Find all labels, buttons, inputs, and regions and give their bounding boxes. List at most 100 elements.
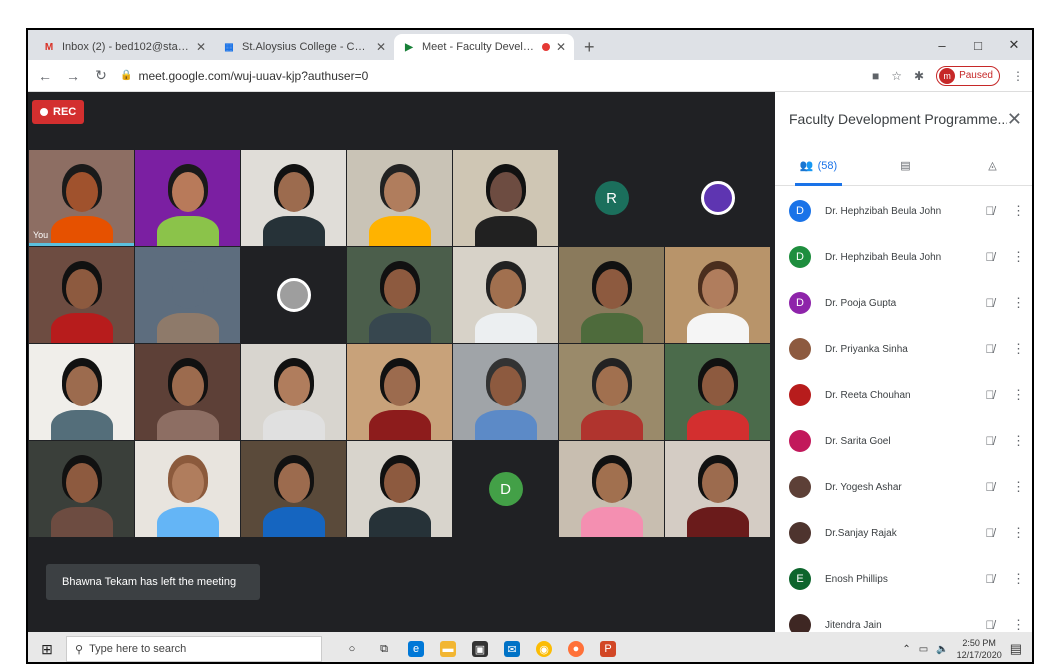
forward-icon[interactable]: → bbox=[64, 68, 82, 84]
mic-off-icon[interactable]: 🎙̸ bbox=[982, 250, 998, 264]
edge-icon[interactable]: e bbox=[408, 641, 424, 657]
participant-row[interactable]: D Dr. Hephzibah Beula John 🎙̸ ⋮ bbox=[775, 234, 1032, 280]
participant-video-tile[interactable] bbox=[453, 344, 558, 440]
store-icon[interactable]: ▣ bbox=[472, 641, 488, 657]
more-options-icon[interactable]: ⋮ bbox=[1012, 617, 1025, 632]
participant-video-tile[interactable] bbox=[241, 344, 346, 440]
close-window-button[interactable]: ✕ bbox=[996, 30, 1032, 60]
browser-tab[interactable]: M Inbox (2) - bed102@staloysiusco ✕ bbox=[34, 34, 214, 60]
chrome-icon[interactable]: ◉ bbox=[536, 641, 552, 657]
participant-video-tile[interactable] bbox=[241, 247, 346, 343]
back-icon[interactable]: ← bbox=[36, 68, 54, 84]
task-view-icon[interactable]: ⧉ bbox=[376, 641, 392, 657]
participant-row[interactable]: Dr. Reeta Chouhan 🎙̸ ⋮ bbox=[775, 372, 1032, 418]
powerpoint-icon[interactable]: P bbox=[600, 641, 616, 657]
tab-chat[interactable]: ▤ bbox=[862, 146, 949, 185]
participant-video-tile[interactable] bbox=[453, 247, 558, 343]
close-tab-icon[interactable]: ✕ bbox=[376, 40, 386, 54]
participant-row[interactable]: Dr. Yogesh Ashar 🎙̸ ⋮ bbox=[775, 464, 1032, 510]
participant-video-tile[interactable] bbox=[135, 150, 240, 246]
participant-video-tile[interactable]: R bbox=[559, 150, 664, 246]
taskbar-search[interactable]: ⚲ Type here to search bbox=[66, 636, 322, 662]
mic-off-icon[interactable]: 🎙̸ bbox=[982, 480, 998, 494]
close-icon[interactable]: ✕ bbox=[1007, 109, 1022, 130]
more-options-icon[interactable]: ⋮ bbox=[1012, 295, 1025, 311]
participant-video-tile[interactable] bbox=[347, 344, 452, 440]
participant-video-tile[interactable] bbox=[559, 441, 664, 537]
mic-off-icon[interactable]: 🎙̸ bbox=[982, 296, 998, 310]
profile-button[interactable]: m Paused bbox=[936, 65, 1000, 86]
participant-row[interactable]: D Dr. Hephzibah Beula John 🎙̸ ⋮ bbox=[775, 188, 1032, 234]
participant-video-tile[interactable] bbox=[241, 150, 346, 246]
more-options-icon[interactable]: ⋮ bbox=[1012, 249, 1025, 265]
notifications-icon[interactable]: ▤ bbox=[1010, 641, 1022, 657]
file-explorer-icon[interactable]: ▬ bbox=[440, 641, 456, 657]
participant-video-tile[interactable] bbox=[453, 150, 558, 246]
mic-off-icon[interactable]: 🎙̸ bbox=[982, 342, 998, 356]
mail-icon[interactable]: ✉ bbox=[504, 641, 520, 657]
browser-tab[interactable]: ▦ St.Aloysius College - Calendar - ✕ bbox=[214, 34, 394, 60]
participant-video-tile[interactable] bbox=[559, 344, 664, 440]
menu-icon[interactable]: ⋮ bbox=[1012, 69, 1024, 83]
participant-video-tile[interactable] bbox=[135, 441, 240, 537]
minimize-button[interactable]: – bbox=[924, 30, 960, 60]
participant-video-tile[interactable] bbox=[665, 247, 770, 343]
mic-off-icon[interactable]: 🎙̸ bbox=[982, 204, 998, 218]
reload-icon[interactable]: ↻ bbox=[92, 67, 110, 84]
participant-video-tile[interactable] bbox=[135, 247, 240, 343]
participant-video-tile[interactable] bbox=[665, 441, 770, 537]
participant-row[interactable]: Dr. Sarita Goel 🎙̸ ⋮ bbox=[775, 418, 1032, 464]
participant-row[interactable]: D Dr. Pooja Gupta 🎙̸ ⋮ bbox=[775, 280, 1032, 326]
more-options-icon[interactable]: ⋮ bbox=[1012, 203, 1025, 219]
mic-off-icon[interactable]: 🎙̸ bbox=[982, 388, 998, 402]
network-icon[interactable]: ▭ bbox=[919, 644, 928, 655]
camera-icon[interactable]: ■ bbox=[872, 69, 879, 83]
close-tab-icon[interactable]: ✕ bbox=[196, 40, 206, 54]
more-options-icon[interactable]: ⋮ bbox=[1012, 387, 1025, 403]
close-tab-icon[interactable]: ✕ bbox=[556, 40, 566, 54]
recording-badge: REC bbox=[32, 100, 85, 124]
mic-off-icon[interactable]: 🎙̸ bbox=[982, 572, 998, 586]
participant-row[interactable]: Jitendra Jain 🎙̸ ⋮ bbox=[775, 602, 1032, 632]
more-options-icon[interactable]: ⋮ bbox=[1012, 433, 1025, 449]
maximize-button[interactable]: □ bbox=[960, 30, 996, 60]
participant-video-tile[interactable] bbox=[29, 247, 134, 343]
new-tab-button[interactable]: + bbox=[574, 34, 605, 60]
participant-row[interactable]: E Enosh Phillips 🎙̸ ⋮ bbox=[775, 556, 1032, 602]
tab-people[interactable]: 👥 (58) bbox=[775, 146, 862, 186]
participant-video-tile[interactable]: D bbox=[453, 441, 558, 537]
more-options-icon[interactable]: ⋮ bbox=[1012, 571, 1025, 587]
participant-video-tile[interactable] bbox=[665, 344, 770, 440]
bookmark-star-icon[interactable]: ☆ bbox=[891, 69, 902, 83]
clock[interactable]: 2:50 PM 12/17/2020 bbox=[957, 637, 1002, 661]
speaking-indicator bbox=[29, 243, 134, 246]
cortana-icon[interactable]: ○ bbox=[344, 641, 360, 657]
firefox-icon[interactable]: ● bbox=[568, 641, 584, 657]
participant-video-tile[interactable] bbox=[135, 344, 240, 440]
mic-off-icon[interactable]: 🎙̸ bbox=[982, 618, 998, 632]
participant-video-tile[interactable] bbox=[29, 344, 134, 440]
participant-video-tile[interactable] bbox=[559, 247, 664, 343]
browser-tab[interactable]: ▶ Meet - Faculty Development ✕ bbox=[394, 34, 574, 60]
participant-video-tile[interactable] bbox=[347, 150, 452, 246]
participant-video-tile[interactable] bbox=[29, 441, 134, 537]
volume-icon[interactable]: 🔈 bbox=[936, 644, 948, 655]
participant-row[interactable]: Dr.Sanjay Rajak 🎙̸ ⋮ bbox=[775, 510, 1032, 556]
more-options-icon[interactable]: ⋮ bbox=[1012, 479, 1025, 495]
more-options-icon[interactable]: ⋮ bbox=[1012, 525, 1025, 541]
mic-off-icon[interactable]: 🎙̸ bbox=[982, 434, 998, 448]
tray-chevron-icon[interactable]: ⌃ bbox=[902, 644, 910, 655]
clock-date: 12/17/2020 bbox=[956, 650, 1002, 660]
tab-activities[interactable]: ◬ bbox=[949, 146, 1032, 185]
url-field[interactable]: 🔒 meet.google.com/wuj-uuav-kjp?authuser=… bbox=[120, 69, 862, 83]
participant-row[interactable]: Dr. Priyanka Sinha 🎙̸ ⋮ bbox=[775, 326, 1032, 372]
extensions-icon[interactable]: ✱ bbox=[914, 69, 924, 83]
participant-video-tile[interactable]: You bbox=[29, 150, 134, 246]
participant-video-tile[interactable] bbox=[347, 441, 452, 537]
participant-video-tile[interactable] bbox=[241, 441, 346, 537]
more-options-icon[interactable]: ⋮ bbox=[1012, 341, 1025, 357]
participant-video-tile[interactable] bbox=[347, 247, 452, 343]
participant-video-tile[interactable] bbox=[665, 150, 770, 246]
windows-start-icon[interactable]: ⊞ bbox=[34, 641, 60, 658]
mic-off-icon[interactable]: 🎙̸ bbox=[982, 526, 998, 540]
